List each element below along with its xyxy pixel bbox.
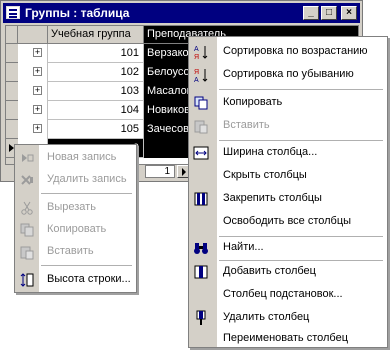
menu-item-paste[interactable]: Вставить [189, 115, 387, 137]
select-all-corner[interactable] [6, 26, 18, 44]
table-icon[interactable] [6, 6, 20, 19]
svg-text:Я: Я [194, 69, 199, 76]
menu-item-label: Столбец подстановок... [223, 288, 343, 300]
menu-item-label: Копировать [47, 223, 107, 235]
menu-item-label: Найти... [223, 241, 264, 253]
group-cell[interactable]: 104 [48, 101, 144, 120]
copy-icon [194, 96, 208, 110]
expand-plus-icon[interactable]: + [33, 48, 42, 57]
menu-item-label: Закрепить столбцы [223, 192, 322, 204]
maximize-icon[interactable]: □ [321, 6, 337, 20]
menu-item-label: Удалить столбец [223, 311, 310, 323]
row-selector[interactable] [6, 82, 18, 101]
delete-column-icon [196, 310, 206, 325]
menu-item-rename-column[interactable]: Переименовать столбец [189, 328, 387, 350]
close-icon[interactable]: × [341, 6, 357, 20]
group-cell[interactable]: 105 [48, 120, 144, 139]
menu-item-label: Ширина столбца... [223, 146, 318, 158]
group-cell[interactable]: 103 [48, 82, 144, 101]
menu-item-sort-ascending[interactable]: АЯ Сортировка по возрастанию [189, 41, 387, 63]
menu-item-find[interactable]: Найти... [189, 237, 387, 259]
menu-item-lookup-column[interactable]: Столбец подстановок... [189, 284, 387, 306]
menu-separator [41, 265, 132, 266]
scissors-icon [21, 201, 33, 215]
menu-item-label: Копировать [223, 96, 283, 108]
menu-item-label: Сортировка по убыванию [223, 68, 354, 80]
menu-item-cut[interactable]: Вырезать [15, 197, 136, 219]
window-titlebar[interactable]: Группы : таблица _ □ × [3, 3, 360, 23]
column-width-icon [193, 146, 209, 160]
delete-record-icon [21, 175, 33, 185]
svg-text:А: А [194, 77, 199, 83]
window-title: Группы : таблица [25, 6, 130, 20]
minimize-icon[interactable]: _ [303, 6, 319, 20]
binoculars-icon [194, 243, 208, 254]
menu-item-label: Высота строки... [47, 273, 131, 285]
menu-item-new-record[interactable]: Новая запись [15, 147, 136, 169]
menu-item-column-width[interactable]: Ширина столбца... [189, 142, 387, 164]
menu-item-delete-column[interactable]: Удалить столбец [189, 307, 387, 329]
row-selector[interactable] [6, 44, 18, 63]
menu-item-label: Вырезать [47, 201, 96, 213]
menu-separator [41, 193, 132, 194]
menu-item-label: Сортировка по возрастанию [223, 45, 368, 57]
menu-item-hide-columns[interactable]: Скрыть столбцы [189, 165, 387, 187]
menu-item-freeze-columns[interactable]: Закрепить столбцы [189, 188, 387, 210]
row-selector[interactable] [6, 120, 18, 139]
paste-icon [194, 120, 208, 134]
freeze-columns-icon [194, 192, 208, 206]
menu-item-copy[interactable]: Копировать [189, 92, 387, 114]
menu-item-paste[interactable]: Вставить [15, 241, 136, 263]
row-selector[interactable] [6, 63, 18, 82]
menu-item-unfreeze-all[interactable]: Освободить все столбцы [189, 211, 387, 233]
column-context-menu: АЯ Сортировка по возрастанию ЯА Сортиров… [188, 36, 388, 348]
menu-item-label: Скрыть столбцы [223, 169, 307, 181]
copy-icon [20, 223, 34, 237]
menu-item-label: Вставить [223, 119, 270, 131]
expand-header [18, 26, 48, 44]
row-height-icon [20, 273, 34, 287]
new-record-icon [22, 154, 34, 162]
menu-item-label: Освободить все столбцы [223, 215, 352, 227]
row-selector[interactable] [6, 101, 18, 120]
row-context-menu: Новая запись Удалить запись Вырезать Коп… [14, 144, 137, 293]
menu-item-label: Новая запись [47, 151, 117, 163]
expand-plus-icon[interactable]: + [33, 67, 42, 76]
menu-item-delete-record[interactable]: Удалить запись [15, 169, 136, 191]
menu-item-row-height[interactable]: Высота строки... [15, 269, 136, 291]
menu-item-label: Удалить запись [47, 173, 127, 185]
record-number-field[interactable]: 1 [145, 165, 175, 178]
expand-plus-icon[interactable]: + [33, 86, 42, 95]
group-cell[interactable]: 102 [48, 63, 144, 82]
menu-item-label: Переименовать столбец [223, 332, 349, 344]
menu-item-sort-descending[interactable]: ЯА Сортировка по убыванию [189, 64, 387, 86]
menu-item-add-column[interactable]: Добавить столбец [189, 261, 387, 283]
menu-separator [219, 89, 383, 90]
group-cell[interactable]: 101 [48, 44, 144, 63]
menu-item-label: Добавить столбец [223, 265, 316, 277]
menu-item-label: Вставить [47, 245, 94, 257]
paste-icon [20, 246, 34, 260]
expand-plus-icon[interactable]: + [33, 124, 42, 133]
add-column-icon [194, 265, 208, 279]
sort-ascending-icon: АЯ [194, 46, 208, 60]
menu-item-copy[interactable]: Копировать [15, 219, 136, 241]
expand-plus-icon[interactable]: + [33, 105, 42, 114]
svg-text:А: А [194, 46, 199, 53]
svg-text:Я: Я [194, 54, 199, 60]
sort-descending-icon: ЯА [194, 69, 208, 83]
column-header-group[interactable]: Учебная группа [48, 26, 144, 44]
menu-separator [219, 140, 383, 141]
